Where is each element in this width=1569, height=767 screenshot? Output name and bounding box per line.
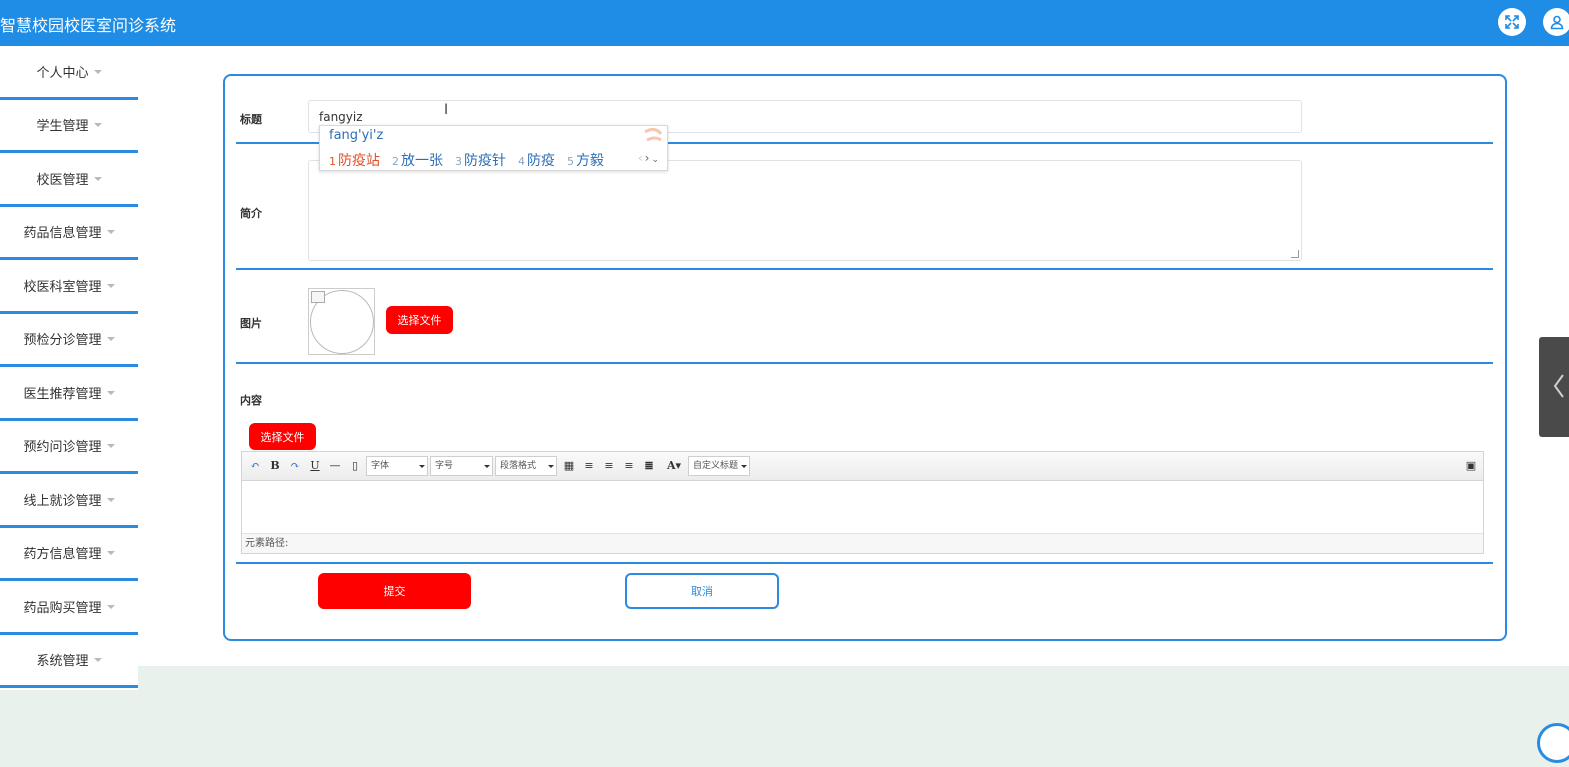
app-title: 智慧校园校医室问诊系统 — [0, 16, 177, 35]
summary-label: 简介 — [240, 207, 262, 220]
editor-content-area[interactable] — [242, 481, 1483, 533]
caret-down-icon — [93, 123, 102, 128]
redo-icon[interactable]: ↷ — [288, 458, 302, 474]
underline-icon[interactable]: U — [308, 458, 322, 474]
sidebar-item-appointment-management[interactable]: 预约问诊管理 — [0, 421, 138, 474]
row-divider — [236, 562, 1493, 564]
align-justify-icon[interactable]: ≣ — [642, 458, 656, 474]
font-family-select[interactable]: 字体 — [366, 456, 428, 476]
align-center-icon[interactable]: ≡ — [622, 458, 636, 474]
sidebar-item-department-management[interactable]: 校医科室管理 — [0, 260, 138, 314]
ime-page-nav[interactable]: ‹›⌄ — [638, 151, 661, 165]
chevron-left-icon — [1553, 374, 1564, 398]
paragraph-format-select[interactable]: 段落格式 — [495, 456, 557, 476]
image-label: 图片 — [240, 317, 262, 330]
align-left-icon[interactable]: ≡ — [582, 458, 596, 474]
submit-button[interactable]: 提交 — [318, 573, 471, 609]
editor-toolbar: ↶ B ↷ U — ▯ 字体 字号 段落格式 ▦ ≡ ≡ ≡ ≣ A▾ 自定义标… — [242, 452, 1483, 481]
ime-candidate[interactable]: 1 防疫站 — [329, 150, 380, 170]
row-divider — [236, 362, 1493, 364]
caret-down-icon — [106, 283, 115, 288]
ime-candidate[interactable]: 2 放一张 — [392, 150, 443, 170]
sidebar-item-doctor-recommend-management[interactable]: 医生推荐管理 — [0, 367, 138, 421]
row-divider — [236, 268, 1493, 270]
caret-down-icon — [106, 497, 115, 502]
align-right-icon[interactable]: ≡ — [602, 458, 616, 474]
image-preview — [308, 288, 375, 355]
side-panel-toggle[interactable] — [1539, 337, 1569, 437]
sidebar-item-personal-center[interactable]: 个人中心 — [0, 46, 138, 100]
cancel-button[interactable]: 取消 — [625, 573, 779, 609]
dropdown-arrow-icon — [548, 465, 554, 468]
image-upload-button[interactable]: 选择文件 — [386, 306, 453, 334]
floating-chat-button[interactable] — [1537, 723, 1569, 763]
caret-down-icon — [106, 551, 115, 556]
sidebar-item-drug-purchase-management[interactable]: 药品购买管理 — [0, 581, 138, 635]
ime-logo-icon — [644, 128, 663, 142]
caret-down-icon — [106, 604, 115, 609]
ime-candidate-list: 1 防疫站 2 放一张 3 防疫针 4 防疫 5 方毅 — [329, 150, 616, 170]
user-icon[interactable] — [1543, 8, 1569, 36]
caret-down-icon — [106, 337, 115, 342]
chevron-left-icon[interactable]: ‹ — [638, 151, 645, 165]
fullscreen-editor-icon[interactable]: ▣ — [1464, 458, 1478, 474]
fullscreen-icon[interactable] — [1498, 8, 1526, 36]
rich-text-editor: ↶ B ↷ U — ▯ 字体 字号 段落格式 ▦ ≡ ≡ ≡ ≣ A▾ 自定义标… — [241, 451, 1484, 554]
resize-handle-icon[interactable] — [1291, 250, 1299, 258]
sidebar-item-doctor-management[interactable]: 校医管理 — [0, 153, 138, 207]
bold-icon[interactable]: B — [268, 458, 282, 474]
caret-down-icon — [106, 230, 115, 235]
broken-image-icon — [311, 291, 325, 303]
page-icon[interactable]: ▯ — [348, 458, 362, 474]
editor-status-bar: 元素路径: — [242, 533, 1483, 553]
caret-down-icon — [93, 658, 102, 663]
chevron-down-icon[interactable]: ⌄ — [651, 155, 661, 165]
dropdown-arrow-icon — [741, 465, 747, 468]
caret-down-icon — [93, 176, 102, 181]
dropdown-arrow-icon — [419, 465, 425, 468]
sidebar-item-student-management[interactable]: 学生管理 — [0, 100, 138, 153]
ime-candidate[interactable]: 4 防疫 — [518, 150, 555, 170]
undo-icon[interactable]: ↶ — [248, 458, 262, 474]
content-upload-button[interactable]: 选择文件 — [249, 423, 316, 450]
content-label: 内容 — [240, 394, 262, 407]
caret-down-icon — [93, 69, 102, 74]
sidebar-item-online-visit-management[interactable]: 线上就诊管理 — [0, 474, 138, 528]
sidebar-item-triage-management[interactable]: 预检分诊管理 — [0, 314, 138, 367]
ime-candidate[interactable]: 3 防疫针 — [455, 150, 506, 170]
caret-down-icon — [106, 390, 115, 395]
horizontal-rule-icon[interactable]: — — [328, 458, 342, 474]
top-bar: 智慧校园校医室问诊系统 — [0, 0, 1569, 46]
ime-candidate-popup: fang'yi'z 1 防疫站 2 放一张 3 防疫针 4 防疫 5 方毅 ‹›⌄ — [319, 125, 668, 171]
sidebar-item-system-management[interactable]: 系统管理 — [0, 635, 138, 688]
text-cursor-icon: I — [444, 102, 449, 118]
font-color-icon[interactable]: A▾ — [662, 458, 686, 474]
summary-textarea[interactable] — [308, 160, 1302, 261]
sidebar-item-prescription-management[interactable]: 药方信息管理 — [0, 528, 138, 581]
dropdown-arrow-icon — [484, 465, 490, 468]
title-label: 标题 — [240, 113, 262, 126]
table-icon[interactable]: ▦ — [562, 458, 576, 474]
sidebar-item-drug-info-management[interactable]: 药品信息管理 — [0, 207, 138, 260]
ime-pinyin: fang'yi'z — [329, 128, 384, 143]
sidebar: 个人中心 学生管理 校医管理 药品信息管理 校医科室管理 预检分诊管理 医生推荐… — [0, 46, 138, 690]
ime-candidate[interactable]: 5 方毅 — [567, 150, 604, 170]
caret-down-icon — [106, 444, 115, 449]
font-size-select[interactable]: 字号 — [430, 456, 493, 476]
custom-title-select[interactable]: 自定义标题 — [688, 456, 750, 476]
